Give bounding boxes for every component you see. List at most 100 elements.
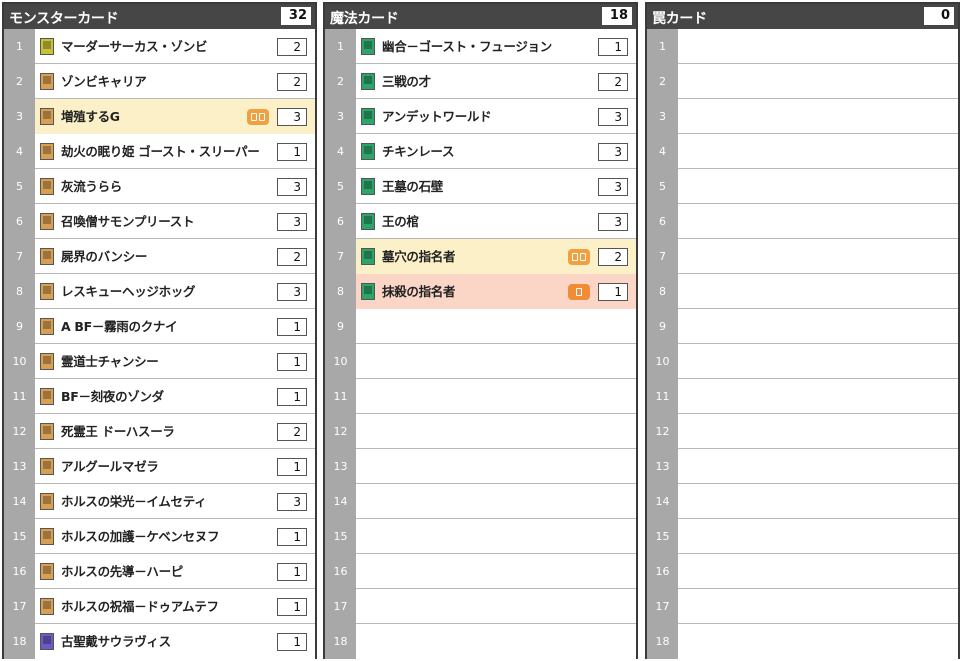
card-row[interactable]: 7 墓穴の指名者 2 xyxy=(325,239,636,274)
card-cell[interactable]: 幽合－ゴースト・フュージョン 1 xyxy=(356,29,636,64)
card-name[interactable]: 霊道士チャンシー xyxy=(61,344,158,379)
card-row[interactable]: 11 BF－刻夜のゾンダ 1 xyxy=(4,379,315,414)
card-cell[interactable]: 三戦の才 2 xyxy=(356,64,636,99)
card-cell[interactable] xyxy=(678,379,958,414)
empty-card-row[interactable]: 11 xyxy=(325,379,636,414)
card-name[interactable]: アンデットワールド xyxy=(382,99,491,134)
empty-card-row[interactable]: 13 xyxy=(647,449,958,484)
card-quantity[interactable]: 1 xyxy=(277,318,307,336)
empty-card-row[interactable]: 9 xyxy=(325,309,636,344)
card-row[interactable]: 5 灰流うらら 3 xyxy=(4,169,315,204)
card-name[interactable]: 三戦の才 xyxy=(382,64,431,99)
card-quantity[interactable]: 2 xyxy=(277,423,307,441)
card-name[interactable]: ホルスの先導－ハーピ xyxy=(61,554,183,589)
card-name[interactable]: BF－刻夜のゾンダ xyxy=(61,379,164,414)
empty-card-row[interactable]: 14 xyxy=(647,484,958,519)
card-quantity[interactable]: 1 xyxy=(598,38,628,56)
card-name[interactable]: チキンレース xyxy=(382,134,454,169)
card-cell[interactable]: ホルスの祝福－ドゥアムテフ 1 xyxy=(35,589,315,624)
card-cell[interactable] xyxy=(678,414,958,449)
card-name[interactable]: 灰流うらら xyxy=(61,169,122,204)
card-row[interactable]: 8 抹殺の指名者 1 xyxy=(325,274,636,309)
empty-card-row[interactable]: 6 xyxy=(647,204,958,239)
card-cell[interactable] xyxy=(356,309,636,344)
card-row[interactable]: 14 ホルスの栄光－イムセティ 3 xyxy=(4,484,315,519)
empty-card-row[interactable]: 3 xyxy=(647,99,958,134)
card-quantity[interactable]: 3 xyxy=(598,108,628,126)
card-row[interactable]: 8 レスキューヘッジホッグ 3 xyxy=(4,274,315,309)
empty-card-row[interactable]: 15 xyxy=(647,519,958,554)
card-row[interactable]: 2 ゾンビキャリア 2 xyxy=(4,64,315,99)
card-name[interactable]: ホルスの加護－ケベンセヌフ xyxy=(61,519,219,554)
empty-card-row[interactable]: 18 xyxy=(325,624,636,659)
card-row[interactable]: 13 アルグールマゼラ 1 xyxy=(4,449,315,484)
card-name[interactable]: ホルスの祝福－ドゥアムテフ xyxy=(61,589,219,624)
card-name[interactable]: ホルスの栄光－イムセティ xyxy=(61,484,206,519)
card-cell[interactable] xyxy=(678,309,958,344)
card-name[interactable]: 王の棺 xyxy=(382,204,419,239)
card-quantity[interactable]: 1 xyxy=(277,353,307,371)
card-name[interactable]: 屍界のバンシー xyxy=(61,239,147,274)
card-quantity[interactable]: 3 xyxy=(277,108,307,126)
card-cell[interactable] xyxy=(678,344,958,379)
empty-card-row[interactable]: 2 xyxy=(647,64,958,99)
card-cell[interactable] xyxy=(678,239,958,274)
empty-card-row[interactable]: 11 xyxy=(647,379,958,414)
card-name[interactable]: 墓穴の指名者 xyxy=(382,239,455,274)
card-row[interactable]: 1 マーダーサーカス・ゾンビ 2 xyxy=(4,29,315,64)
card-quantity[interactable]: 3 xyxy=(598,213,628,231)
card-cell[interactable] xyxy=(356,379,636,414)
card-cell[interactable]: チキンレース 3 xyxy=(356,134,636,169)
card-name[interactable]: 古聖戴サウラヴィス xyxy=(61,624,171,659)
card-cell[interactable]: 抹殺の指名者 1 xyxy=(356,274,636,309)
card-cell[interactable]: 増殖するG 3 xyxy=(35,99,315,134)
card-quantity[interactable]: 1 xyxy=(277,143,307,161)
card-row[interactable]: 6 召喚僧サモンプリースト 3 xyxy=(4,204,315,239)
card-name[interactable]: 幽合－ゴースト・フュージョン xyxy=(382,29,552,64)
card-cell[interactable]: 召喚僧サモンプリースト 3 xyxy=(35,204,315,239)
empty-card-row[interactable]: 12 xyxy=(325,414,636,449)
card-cell[interactable] xyxy=(356,414,636,449)
card-row[interactable]: 4 劫火の眠り姫 ゴースト・スリーパー 1 xyxy=(4,134,315,169)
card-cell[interactable]: ゾンビキャリア 2 xyxy=(35,64,315,99)
card-name[interactable]: 王墓の石壁 xyxy=(382,169,443,204)
card-row[interactable]: 15 ホルスの加護－ケベンセヌフ 1 xyxy=(4,519,315,554)
card-quantity[interactable]: 2 xyxy=(277,73,307,91)
card-cell[interactable]: ホルスの栄光－イムセティ 3 xyxy=(35,484,315,519)
card-row[interactable]: 10 霊道士チャンシー 1 xyxy=(4,344,315,379)
card-cell[interactable]: 劫火の眠り姫 ゴースト・スリーパー 1 xyxy=(35,134,315,169)
card-cell[interactable] xyxy=(678,204,958,239)
card-row[interactable]: 4 チキンレース 3 xyxy=(325,134,636,169)
card-row[interactable]: 12 死霊王 ドーハスーラ 2 xyxy=(4,414,315,449)
empty-card-row[interactable]: 10 xyxy=(647,344,958,379)
card-cell[interactable] xyxy=(678,169,958,204)
card-quantity[interactable]: 3 xyxy=(598,178,628,196)
card-row[interactable]: 17 ホルスの祝福－ドゥアムテフ 1 xyxy=(4,589,315,624)
card-cell[interactable] xyxy=(678,554,958,589)
card-cell[interactable] xyxy=(678,99,958,134)
card-cell[interactable]: 古聖戴サウラヴィス 1 xyxy=(35,624,315,659)
empty-card-row[interactable]: 8 xyxy=(647,274,958,309)
empty-card-row[interactable]: 14 xyxy=(325,484,636,519)
empty-card-row[interactable]: 15 xyxy=(325,519,636,554)
card-quantity[interactable]: 1 xyxy=(277,388,307,406)
card-cell[interactable] xyxy=(678,29,958,64)
card-row[interactable]: 6 王の棺 3 xyxy=(325,204,636,239)
card-cell[interactable] xyxy=(678,134,958,169)
card-cell[interactable]: ホルスの加護－ケベンセヌフ 1 xyxy=(35,519,315,554)
empty-card-row[interactable]: 13 xyxy=(325,449,636,484)
card-quantity[interactable]: 2 xyxy=(277,38,307,56)
card-name[interactable]: 抹殺の指名者 xyxy=(382,274,455,309)
empty-card-row[interactable]: 17 xyxy=(325,589,636,624)
card-row[interactable]: 3 増殖するG 3 xyxy=(4,99,315,134)
card-quantity[interactable]: 1 xyxy=(277,633,307,651)
card-cell[interactable] xyxy=(356,484,636,519)
card-row[interactable]: 9 A BF－霧雨のクナイ 1 xyxy=(4,309,315,344)
card-cell[interactable] xyxy=(678,449,958,484)
card-cell[interactable] xyxy=(356,554,636,589)
card-cell[interactable] xyxy=(678,64,958,99)
card-cell[interactable] xyxy=(678,589,958,624)
card-quantity[interactable]: 2 xyxy=(598,73,628,91)
card-quantity[interactable]: 3 xyxy=(598,143,628,161)
card-name[interactable]: アルグールマゼラ xyxy=(61,449,158,484)
